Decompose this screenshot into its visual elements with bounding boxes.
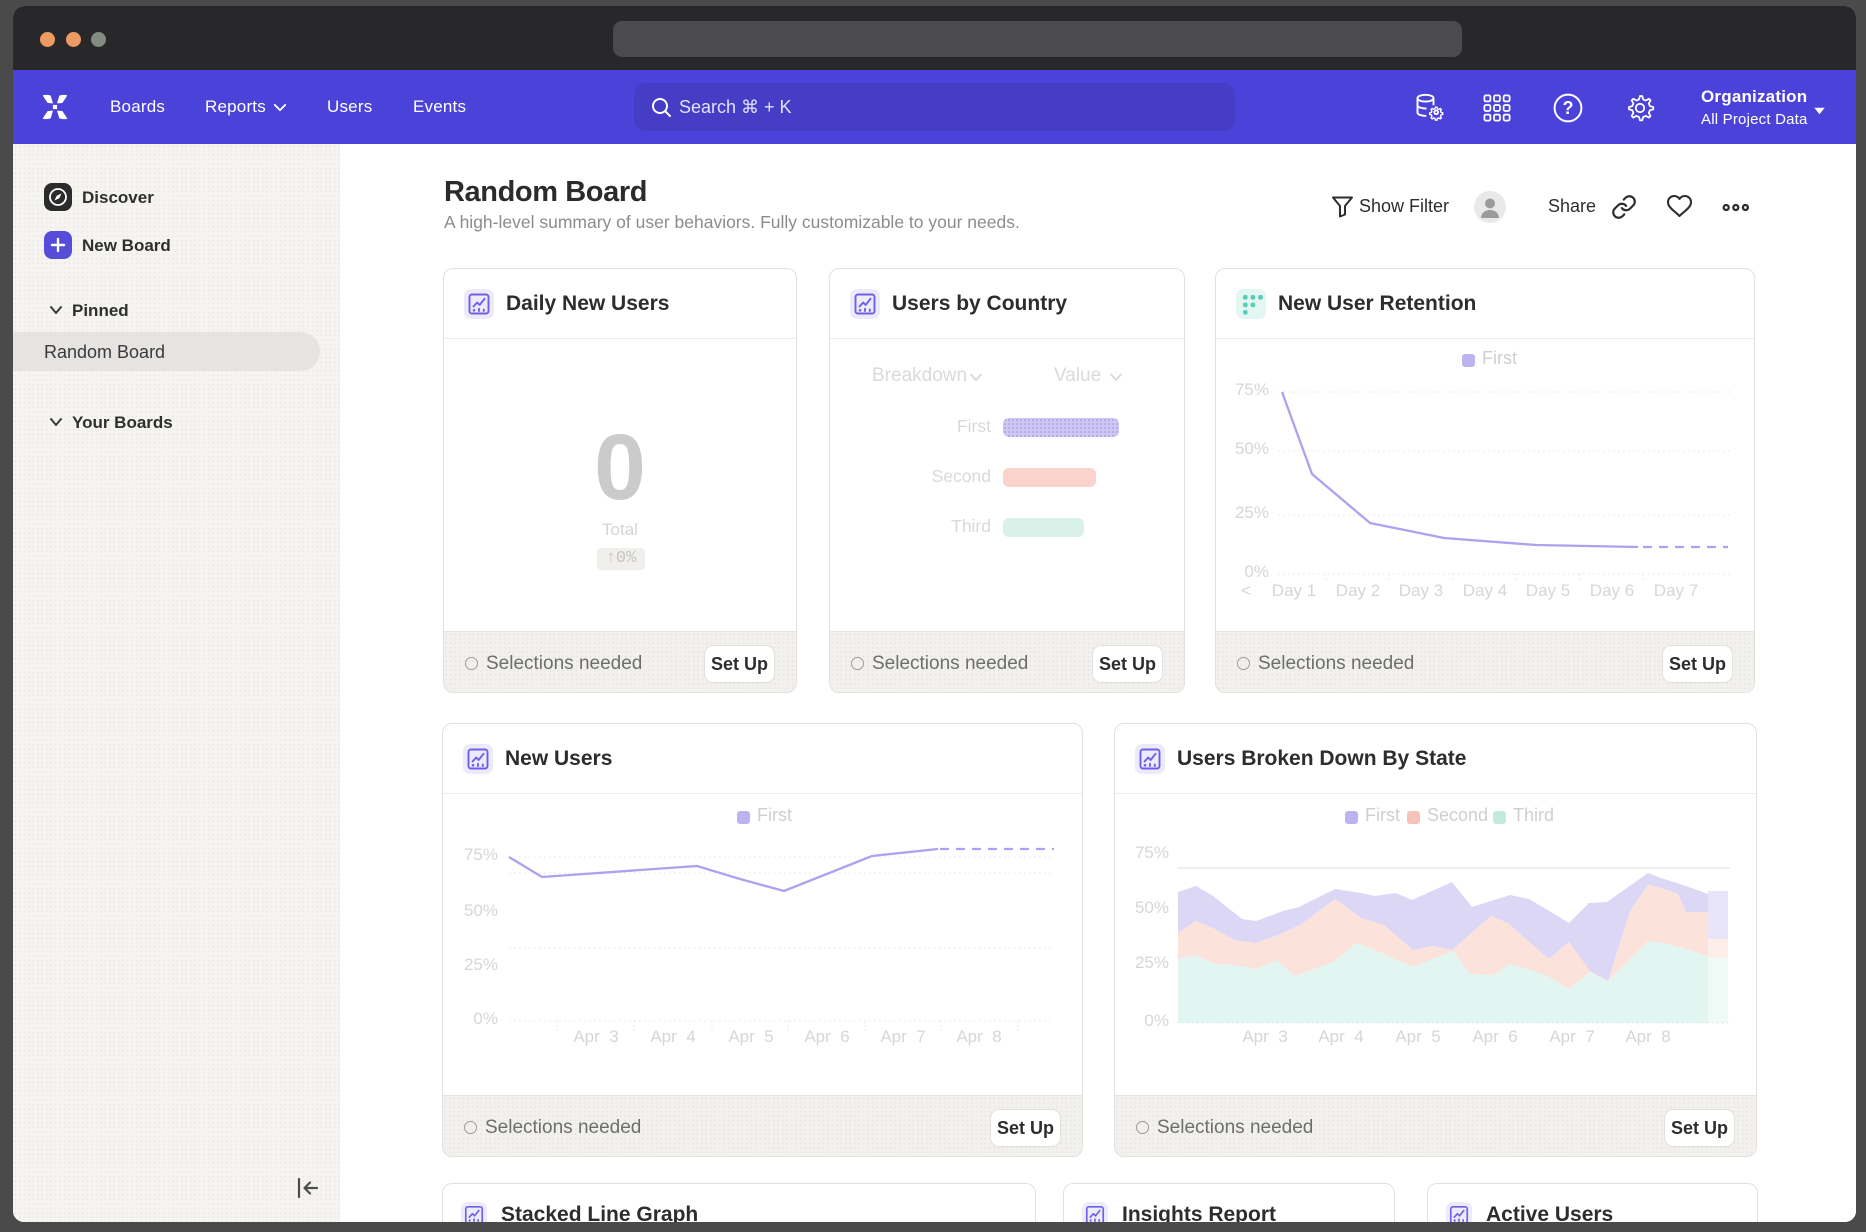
svg-text:?: ? [1563, 98, 1574, 118]
